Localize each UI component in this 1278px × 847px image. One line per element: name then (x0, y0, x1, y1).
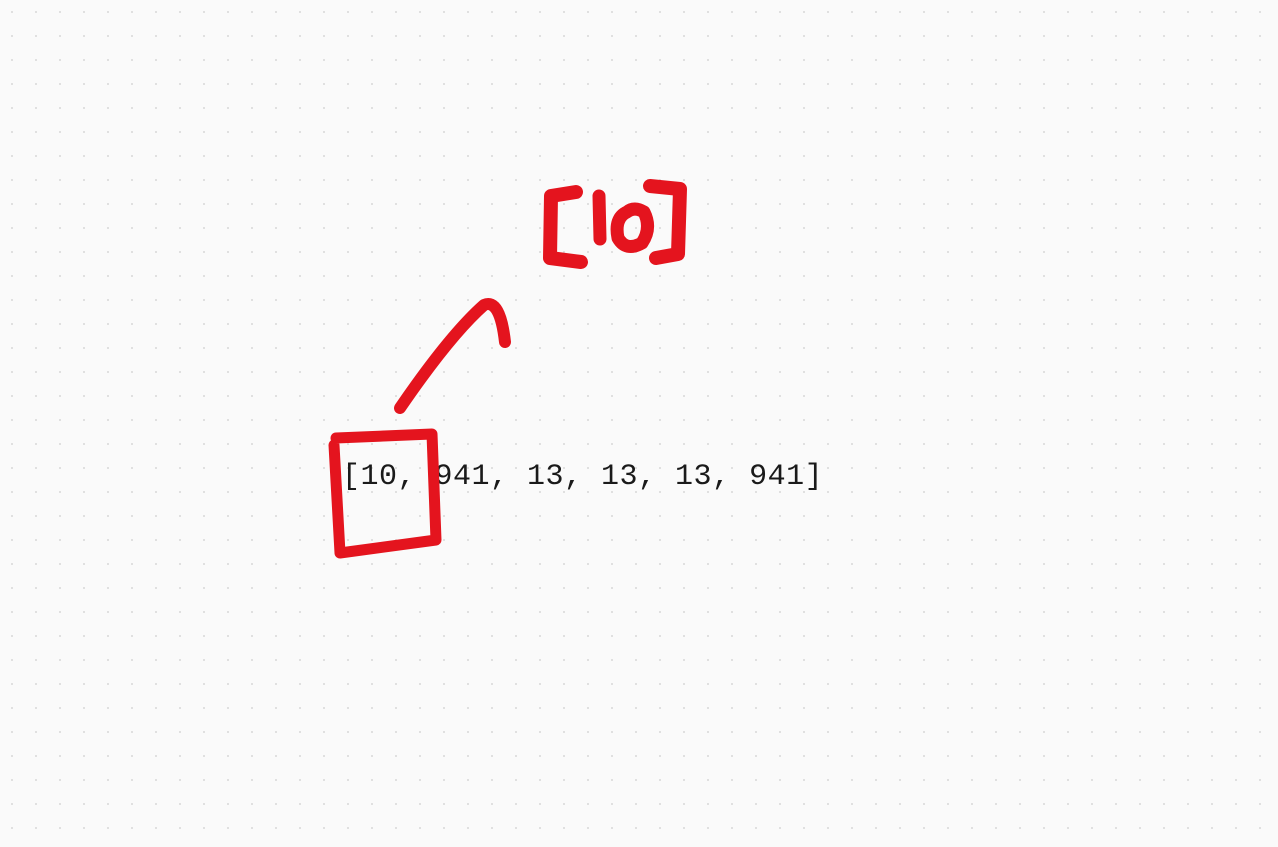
annotation-svg (0, 0, 1278, 842)
handwritten-annotation-layer (0, 0, 1278, 842)
annotation-label-bracket-ten (550, 186, 680, 262)
arrow-annotation (400, 304, 505, 408)
array-literal-text: [10, 941, 13, 13, 13, 941] (342, 460, 823, 494)
